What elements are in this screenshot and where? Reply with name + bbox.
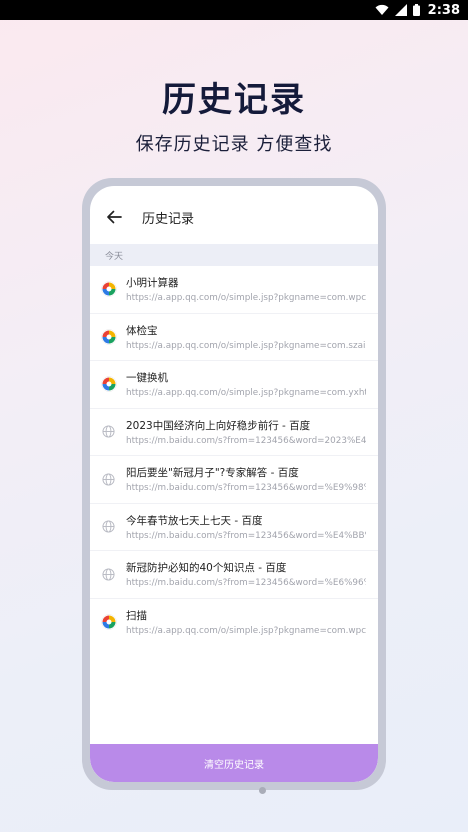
history-item[interactable]: 2023中国经济向上向好稳步前行 - 百度 https://m.baidu.co… (90, 409, 378, 456)
battery-icon (412, 4, 420, 16)
globe-icon (100, 518, 117, 535)
item-title: 2023中国经济向上向好稳步前行 - 百度 (126, 419, 311, 432)
phone-mockup: 历史记录 今天 小明计算器 https://a.app.qq.com/o/sim… (82, 178, 386, 790)
item-url: https://m.baidu.com/s?from=123456&word=%… (126, 530, 366, 541)
qq-app-icon (100, 614, 117, 631)
status-time: 2:38 (427, 2, 460, 18)
globe-icon (100, 471, 117, 488)
item-url: https://a.app.qq.com/o/simple.jsp?pkgnam… (126, 626, 366, 637)
status-icons: 2:38 (375, 0, 460, 20)
item-title: 一键换机 (126, 372, 168, 385)
promo-subtitle: 保存历史记录 方便查找 (135, 134, 333, 155)
history-item[interactable]: 新冠防护必知的40个知识点 - 百度 https://m.baidu.com/s… (90, 551, 378, 599)
wifi-icon (375, 4, 389, 15)
qq-app-icon (100, 281, 117, 298)
globe-icon (100, 566, 117, 583)
globe-icon (100, 423, 117, 440)
item-title: 新冠防护必知的40个知识点 - 百度 (126, 562, 287, 575)
history-item[interactable]: 一键换机 https://a.app.qq.com/o/simple.jsp?p… (90, 361, 378, 409)
qq-app-icon (100, 376, 117, 393)
item-title: 今年春节放七天上七天 - 百度 (126, 514, 263, 527)
item-title: 扫描 (126, 610, 147, 623)
item-title: 阳后要坐"新冠月子"?专家解答 - 百度 (126, 467, 299, 480)
item-url: https://a.app.qq.com/o/simple.jsp?pkgnam… (126, 340, 366, 351)
back-button[interactable] (104, 207, 124, 227)
history-item[interactable]: 扫描 https://a.app.qq.com/o/simple.jsp?pkg… (90, 599, 378, 647)
history-item[interactable]: 小明计算器 https://a.app.qq.com/o/simple.jsp?… (90, 266, 378, 314)
promo-title: 历史记录 (162, 80, 306, 120)
page-indicator-dot (259, 787, 266, 794)
history-item[interactable]: 阳后要坐"新冠月子"?专家解答 - 百度 https://m.baidu.com… (90, 456, 378, 504)
app-title: 历史记录 (142, 211, 195, 227)
status-bar: 2:38 (0, 0, 468, 20)
signal-icon (394, 4, 407, 16)
item-title: 小明计算器 (126, 277, 179, 290)
phone-screen: 历史记录 今天 小明计算器 https://a.app.qq.com/o/sim… (90, 186, 378, 782)
section-label-today: 今天 (90, 244, 378, 266)
item-url: https://a.app.qq.com/o/simple.jsp?pkgnam… (126, 293, 366, 304)
app-header: 历史记录 (90, 190, 378, 244)
item-title: 体检宝 (126, 324, 158, 337)
arrow-left-icon (107, 210, 122, 224)
history-item[interactable]: 今年春节放七天上七天 - 百度 https://m.baidu.com/s?fr… (90, 504, 378, 551)
qq-app-icon (100, 328, 117, 345)
item-url: https://m.baidu.com/s?from=123456&word=2… (126, 435, 366, 446)
history-list: 小明计算器 https://a.app.qq.com/o/simple.jsp?… (90, 266, 378, 646)
item-url: https://a.app.qq.com/o/simple.jsp?pkgnam… (126, 388, 366, 399)
clear-history-button[interactable]: 清空历史记录 (90, 744, 378, 782)
history-item[interactable]: 体检宝 https://a.app.qq.com/o/simple.jsp?pk… (90, 314, 378, 361)
item-url: https://m.baidu.com/s?from=123456&word=%… (126, 483, 366, 494)
item-url: https://m.baidu.com/s?from=123456&word=%… (126, 578, 366, 589)
